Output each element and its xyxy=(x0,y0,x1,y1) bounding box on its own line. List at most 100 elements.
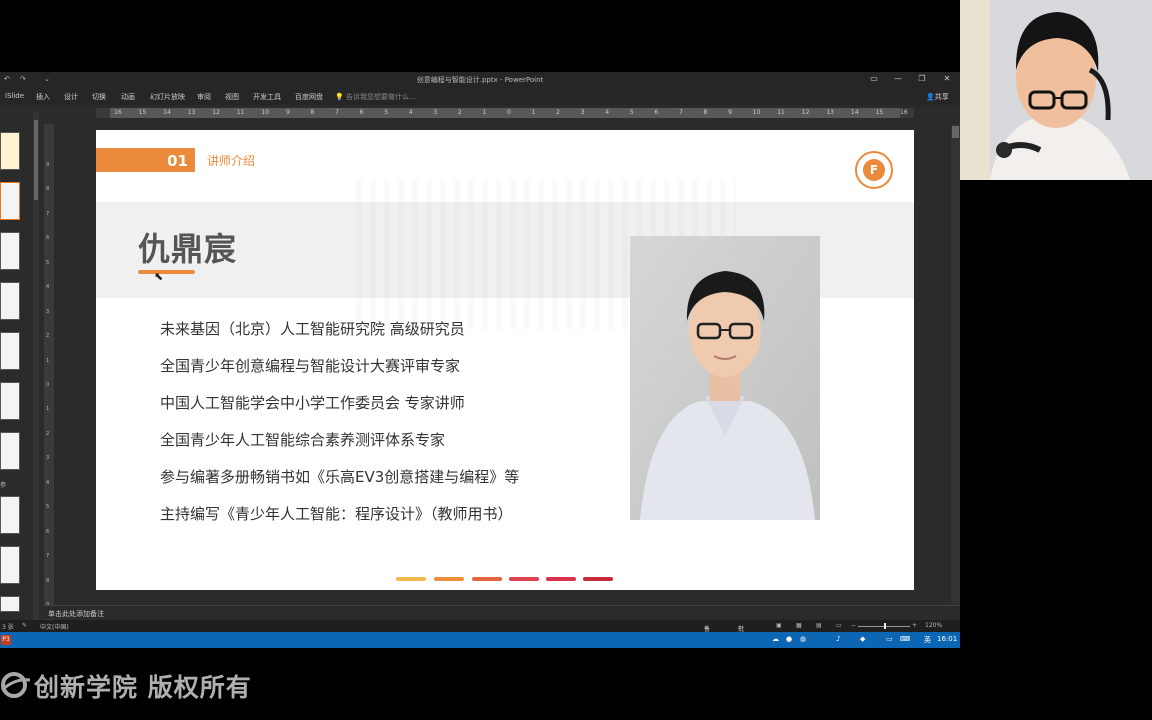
tab-view[interactable]: 视图 xyxy=(225,92,239,102)
user-icon: 👤 xyxy=(926,93,935,101)
zoom-in-icon[interactable]: + xyxy=(912,622,917,629)
slide-sorter-icon[interactable]: ▦ xyxy=(796,622,802,629)
section-number: 01 xyxy=(167,152,188,170)
ruler-tick: 5 xyxy=(46,259,50,266)
slide-thumbnail[interactable] xyxy=(0,382,20,420)
decorative-dash xyxy=(509,577,539,581)
ruler-tick: 8 xyxy=(46,577,50,584)
reading-view-icon[interactable]: ▤ xyxy=(816,622,822,629)
bio-line[interactable]: 未来基因（北京）人工智能研究院 高级研究员 xyxy=(160,318,465,339)
ruler-tick: 5 xyxy=(629,109,634,116)
slide-thumbnail-active[interactable] xyxy=(0,182,20,220)
ruler-tick: 3 xyxy=(46,455,50,462)
brand-logo: F xyxy=(855,151,893,189)
decorative-dash xyxy=(396,577,426,581)
ruler-tick: 4 xyxy=(46,479,50,486)
zoom-slider-thumb[interactable] xyxy=(884,623,886,629)
slide-canvas[interactable]: 01 讲师介绍 F 仇鼎宸 ⬉ 未来基因（北京）人工智能研究院 高级研究员 全国… xyxy=(96,130,914,590)
ruler-tick: 5 xyxy=(46,504,50,511)
ruler-tick: 6 xyxy=(359,109,364,116)
bio-line[interactable]: 参与编著多册畅销书如《乐高EV3创意搭建与编程》等 xyxy=(160,466,519,487)
share-button[interactable]: 👤共享 xyxy=(926,92,949,102)
ruler-tick: 11 xyxy=(236,109,245,116)
ruler-tick: 13 xyxy=(826,109,834,116)
bio-line[interactable]: 中国人工智能学会中小学工作委员会 专家讲师 xyxy=(160,392,465,413)
slide-vertical-scrollbar[interactable] xyxy=(951,124,960,604)
tray-app-icon[interactable]: ◆ xyxy=(860,635,865,643)
tell-me-text: 告诉我您想要做什么... xyxy=(345,93,416,101)
ruler-tick: 3 xyxy=(46,308,50,315)
minimize-button[interactable]: — xyxy=(890,74,906,83)
tray-mic-icon[interactable]: ● xyxy=(786,635,792,643)
slide-thumbnail[interactable] xyxy=(0,432,20,470)
decorative-dash xyxy=(583,577,613,581)
tab-design[interactable]: 设计 xyxy=(64,92,78,102)
slide-thumbnail[interactable] xyxy=(0,332,20,370)
slide-thumbnail[interactable] xyxy=(0,496,20,534)
tab-baidu-netdisk[interactable]: 百度网盘 xyxy=(295,92,323,102)
slide-thumbnail[interactable] xyxy=(0,282,20,320)
bio-line[interactable]: 主持编写《青少年人工智能：程序设计》（教师用书） xyxy=(160,503,513,524)
language-indicator[interactable]: 中文(中国) xyxy=(40,622,69,631)
logo-letter: F xyxy=(863,159,885,181)
windows-taskbar: P3 ☁ ● ◍ ♪ ◆ ▭ ⌨ 英 16:01 xyxy=(0,632,960,648)
ruler-tick: 12 xyxy=(801,109,810,116)
slideshow-icon[interactable]: ▭ xyxy=(836,622,842,629)
zoom-level[interactable]: 120% xyxy=(925,622,942,629)
ruler-tick: 14 xyxy=(850,109,859,116)
zoom-out-icon[interactable]: − xyxy=(851,622,856,629)
spellcheck-icon[interactable]: ✎ xyxy=(22,622,27,629)
taskbar-clock[interactable]: 16:01 xyxy=(937,635,957,643)
vertical-ruler[interactable]: 9876543210123456789 xyxy=(44,124,54,648)
tab-slideshow[interactable]: 幻灯片放映 xyxy=(150,92,185,102)
webcam-overlay xyxy=(960,0,1152,180)
section-title: 讲师介绍 xyxy=(207,154,256,168)
restore-button[interactable]: ❐ xyxy=(914,74,930,83)
ruler-tick: 13 xyxy=(187,109,196,116)
decorative-dash xyxy=(472,577,502,581)
ruler-tick: 4 xyxy=(408,109,413,116)
thumbnail-scrollbar[interactable] xyxy=(33,112,39,648)
ruler-tick: 10 xyxy=(261,109,270,116)
powerpoint-taskbar-icon[interactable]: P3 xyxy=(1,635,11,645)
bio-line[interactable]: 全国青少年创意编程与智能设计大赛评审专家 xyxy=(160,355,460,376)
tab-transitions[interactable]: 切换 xyxy=(92,92,106,102)
tab-islide[interactable]: iSlide xyxy=(5,92,24,100)
ruler-tick: 8 xyxy=(310,109,315,116)
instructor-photo[interactable] xyxy=(630,236,820,520)
tell-me-search[interactable]: 💡 告诉我您想要做什么... xyxy=(335,92,416,102)
ime-indicator[interactable]: 英 xyxy=(924,635,931,645)
slide-thumbnail[interactable] xyxy=(0,232,20,270)
slide-thumbnail[interactable] xyxy=(0,546,20,584)
tray-network-icon[interactable]: ◍ xyxy=(800,635,806,643)
tray-display-icon[interactable]: ▭ xyxy=(886,635,893,643)
slide-thumbnails-pane: 参 xyxy=(0,124,32,612)
normal-view-icon[interactable]: ▣ xyxy=(776,622,782,629)
ruler-tick: 3 xyxy=(580,109,585,116)
instructor-name[interactable]: 仇鼎宸 xyxy=(138,224,237,270)
ruler-tick: 9 xyxy=(285,109,290,116)
tray-keyboard-icon[interactable]: ⌨ xyxy=(900,635,910,643)
ruler-tick: 4 xyxy=(46,284,50,291)
ruler-tick: 2 xyxy=(46,430,50,437)
tab-review[interactable]: 审阅 xyxy=(197,92,211,102)
ruler-tick: 7 xyxy=(678,109,683,116)
ruler-tick: 2 xyxy=(457,109,462,116)
ribbon-display-options-button[interactable]: ▭ xyxy=(866,74,882,83)
horizontal-ruler[interactable]: 16 15 14 13 12 11 10 9 8 7 6 5 4 3 2 1 0 1 2 3 4 5 6 7 8 9 10 11 12 1… xyxy=(96,108,914,118)
ruler-tick: 9 xyxy=(728,109,732,116)
tab-developer[interactable]: 开发工具 xyxy=(253,92,281,102)
tab-insert[interactable]: 插入 xyxy=(36,92,50,102)
tray-volume-icon[interactable]: ♪ xyxy=(836,635,840,643)
tray-cloud-icon[interactable]: ☁ xyxy=(772,635,779,643)
ruler-tick: 9 xyxy=(46,162,50,168)
bio-line[interactable]: 全国青少年人工智能综合素养测评体系专家 xyxy=(160,429,445,450)
thumbnail-scroll-thumb[interactable] xyxy=(34,120,38,200)
notes-pane[interactable]: 单击此处添加备注 xyxy=(44,605,960,619)
tab-animations[interactable]: 动画 xyxy=(121,92,135,102)
slide-thumbnail[interactable] xyxy=(0,132,20,170)
slide-thumbnail[interactable] xyxy=(0,596,20,612)
section-label: 参 xyxy=(0,482,7,489)
close-button[interactable]: ✕ xyxy=(939,74,955,83)
scroll-thumb[interactable] xyxy=(952,126,959,138)
